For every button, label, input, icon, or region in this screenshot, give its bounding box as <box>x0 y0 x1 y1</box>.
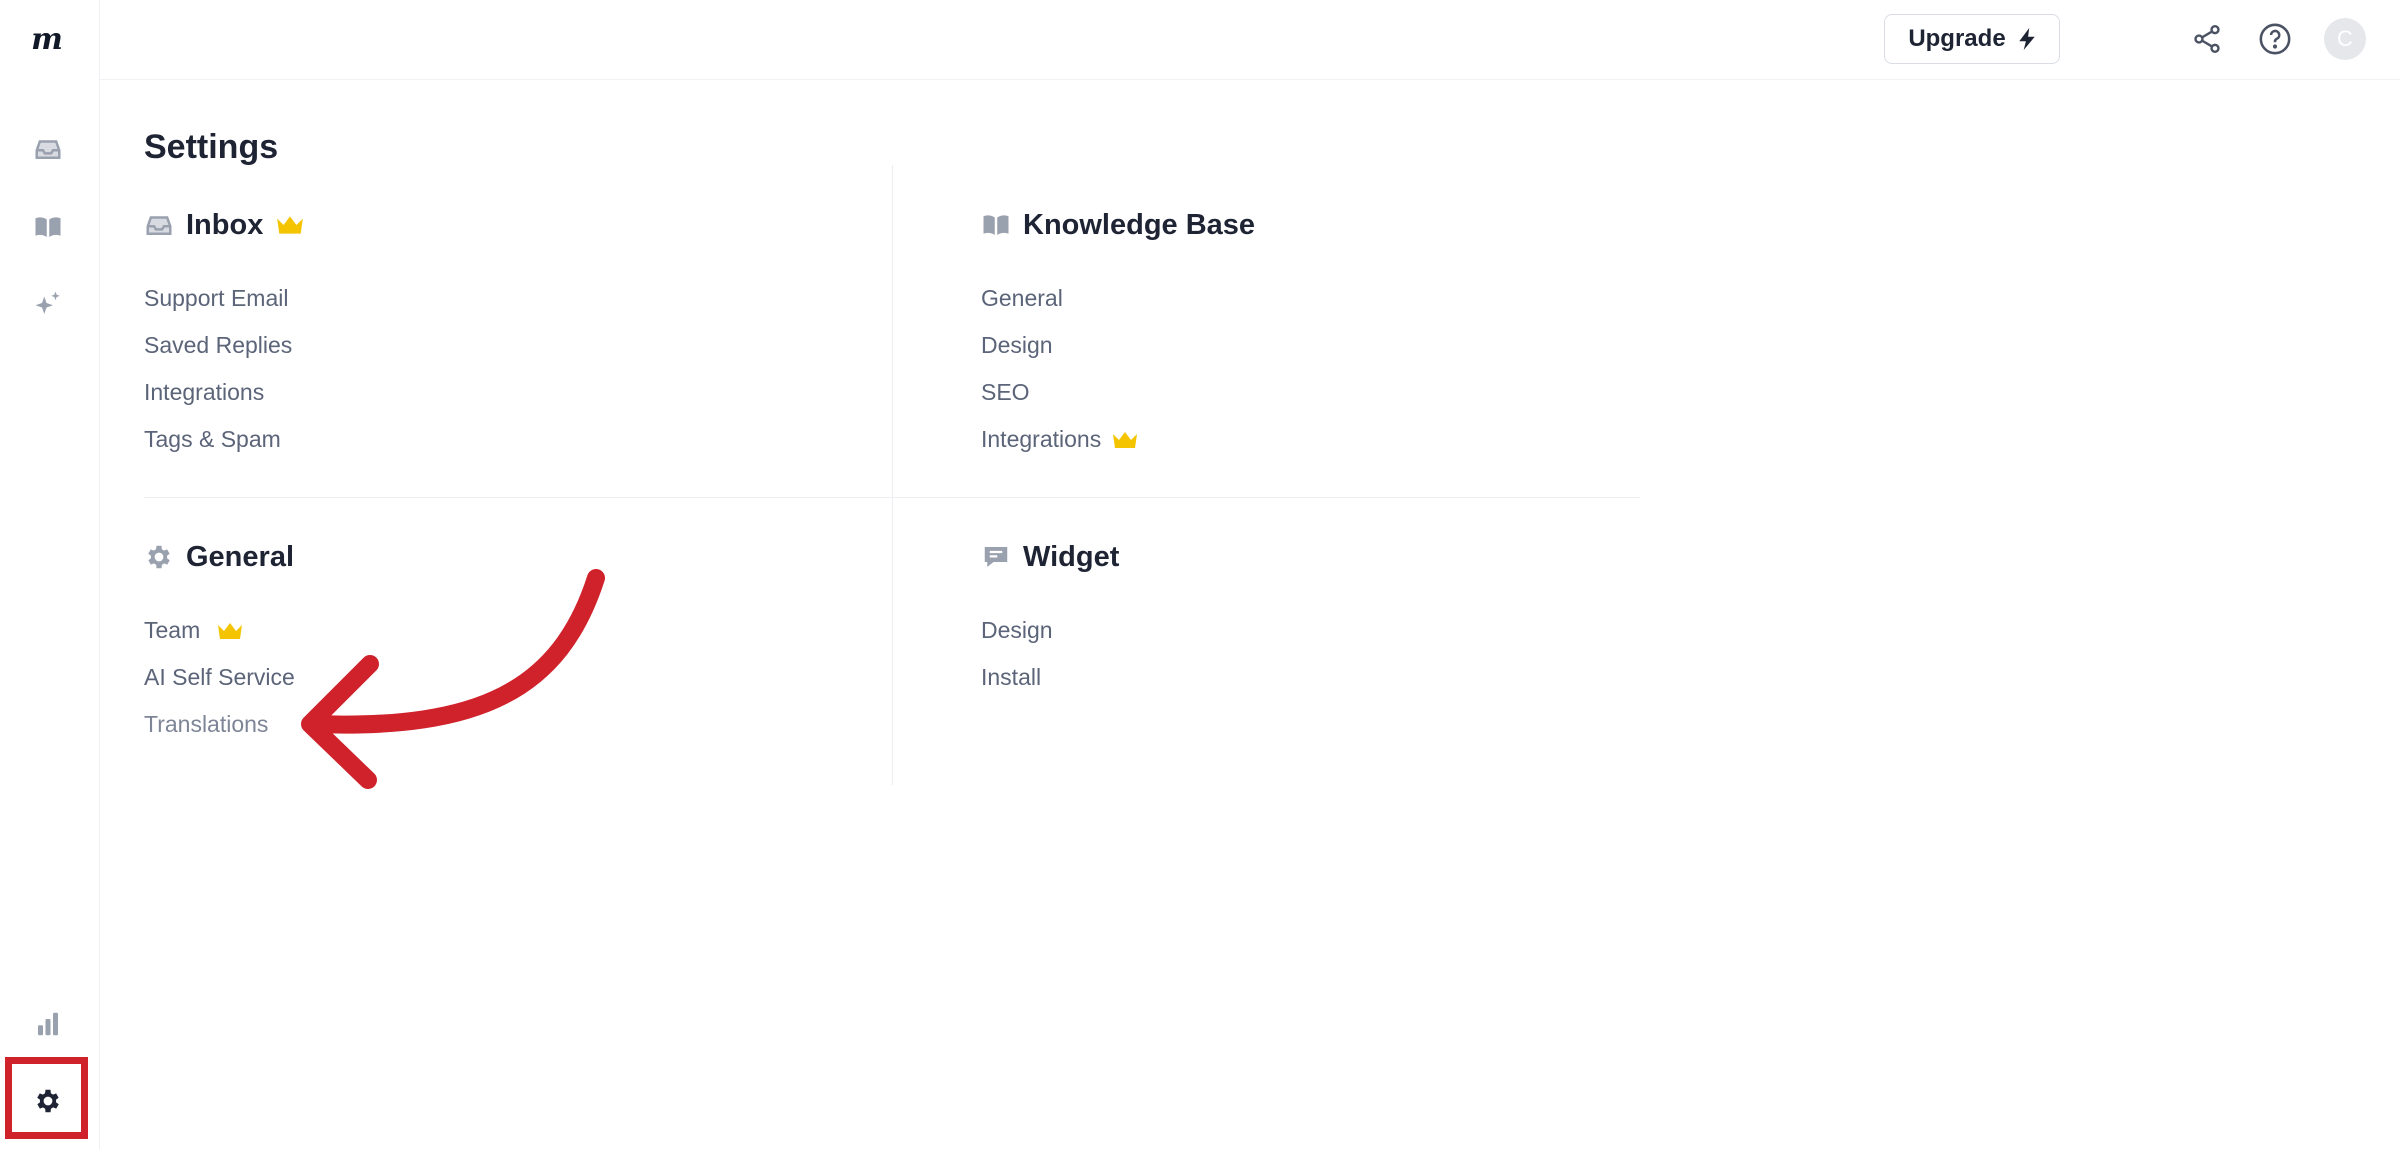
section-title: General <box>186 540 294 573</box>
chart-icon[interactable] <box>30 1006 66 1042</box>
upgrade-label: Upgrade <box>1908 25 2006 52</box>
link-saved-replies[interactable]: Saved Replies <box>144 322 844 369</box>
link-design[interactable]: Design <box>981 322 1681 369</box>
section-title: Knowledge Base <box>1023 208 1256 241</box>
link-install[interactable]: Install <box>981 654 1681 701</box>
crown-icon <box>277 216 304 234</box>
crown-icon <box>218 622 243 639</box>
link-integrations[interactable]: Integrations <box>144 369 844 416</box>
widget-section: Widget Design Install <box>981 537 1681 701</box>
column-divider <box>892 165 893 785</box>
section-title: Inbox <box>186 208 264 241</box>
gear-icon <box>148 545 170 569</box>
row-divider <box>144 497 1640 498</box>
link-support-email[interactable]: Support Email <box>144 275 844 322</box>
page-title: Settings <box>144 128 279 166</box>
help-icon[interactable] <box>2256 20 2294 58</box>
annotation-arrow <box>301 569 605 789</box>
crown-icon <box>1113 431 1138 448</box>
link-label: Team <box>144 617 201 643</box>
link-general[interactable]: General <box>981 275 1681 322</box>
chat-bubble-icon <box>984 547 1008 567</box>
link-tags-spam[interactable]: Tags & Spam <box>144 416 844 463</box>
book-icon[interactable] <box>30 209 66 245</box>
app-logo[interactable]: m <box>26 18 68 60</box>
link-seo[interactable]: SEO <box>981 369 1681 416</box>
lightning-icon <box>2018 28 2035 50</box>
link-kb-integrations[interactable]: Integrations <box>981 416 1681 463</box>
sidebar: m <box>0 0 100 1149</box>
link-widget-design[interactable]: Design <box>981 607 1681 654</box>
inbox-icon[interactable] <box>30 131 66 167</box>
link-label: Integrations <box>981 426 1102 452</box>
avatar[interactable]: C <box>2324 18 2366 60</box>
knowledge-base-section: Knowledge Base General Design SEO Integr… <box>981 205 1681 463</box>
book-icon <box>983 215 1009 235</box>
upgrade-button[interactable]: Upgrade <box>1884 14 2060 64</box>
inbox-section: Inbox Support Email Saved Replies Integr… <box>144 205 844 463</box>
share-icon[interactable] <box>2188 20 2226 58</box>
sparkles-icon[interactable] <box>30 286 66 322</box>
settings-highlight-box <box>5 1057 88 1139</box>
inbox-icon <box>146 216 172 235</box>
section-title: Widget <box>1023 540 1120 573</box>
